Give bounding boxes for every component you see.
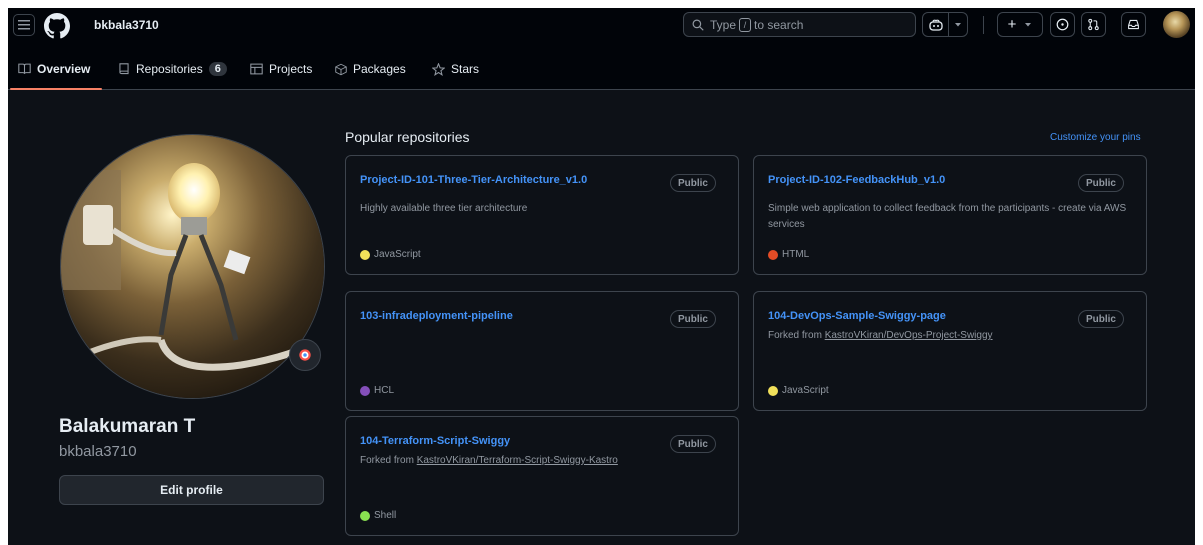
- repo-icon: [118, 62, 130, 76]
- search-shortcut-key: /: [739, 17, 752, 32]
- inbox-icon: [1128, 19, 1139, 30]
- book-icon: [18, 63, 31, 75]
- profile-full-name: Balakumaran T: [59, 416, 196, 437]
- repo-description: Highly available three tier architecture: [360, 203, 528, 214]
- repo-card: 103-infradeployment-pipeline Public HCL: [345, 291, 739, 411]
- main-content: Balakumaran T bkbala3710 Edit profile Po…: [8, 90, 1195, 545]
- search-icon: [692, 19, 704, 31]
- popular-repositories-title: Popular repositories: [345, 129, 470, 145]
- lightbulb-photo: [61, 135, 324, 398]
- repo-link[interactable]: Project-ID-102-FeedbackHub_v1.0: [768, 174, 945, 186]
- repo-language: HCL: [360, 385, 394, 396]
- repo-language: Shell: [360, 510, 396, 521]
- fork-source-link[interactable]: KastroVKiran/Terraform-Script-Swiggy-Kas…: [417, 455, 618, 466]
- language-label: HTML: [782, 249, 810, 260]
- tab-repositories-label: Repositories: [136, 62, 203, 76]
- chevron-down-icon: [1025, 22, 1032, 26]
- forked-from-label: Forked from: [360, 455, 414, 466]
- repo-link[interactable]: 104-DevOps-Sample-Swiggy-page: [768, 310, 946, 322]
- header-username[interactable]: bkbala3710: [94, 18, 159, 32]
- repo-card: Project-ID-101-Three-Tier-Architecture_v…: [345, 155, 739, 275]
- language-label: Shell: [374, 510, 397, 521]
- edit-profile-button[interactable]: Edit profile: [59, 475, 324, 505]
- language-color-dot: [360, 510, 370, 521]
- repositories-count-badge: 6: [208, 62, 227, 76]
- tab-stars[interactable]: Stars: [432, 48, 479, 90]
- language-color-dot: [768, 385, 778, 396]
- language-label: JavaScript: [374, 249, 421, 260]
- header-divider: [983, 16, 984, 34]
- star-icon: [432, 62, 445, 76]
- repo-description: Simple web application to collect feedba…: [768, 203, 1127, 230]
- repo-language: HTML: [768, 249, 809, 260]
- issue-opened-icon: [1056, 18, 1069, 31]
- visibility-badge: Public: [669, 174, 716, 192]
- repo-forked-from: Forked from KastroVKiran/Terraform-Scrip…: [360, 453, 730, 469]
- issues-button[interactable]: [1050, 12, 1075, 37]
- language-label: JavaScript: [782, 385, 829, 396]
- repo-card: 104-DevOps-Sample-Swiggy-page Public For…: [753, 291, 1147, 411]
- profile-avatar[interactable]: [60, 134, 325, 399]
- hamburger-icon: [18, 20, 30, 30]
- visibility-badge: Public: [669, 310, 716, 328]
- customize-pins-link[interactable]: Customize your pins: [1050, 132, 1141, 143]
- tab-projects[interactable]: Projects: [250, 48, 312, 90]
- visibility-badge: Public: [1077, 174, 1124, 192]
- tab-overview-label: Overview: [37, 62, 91, 76]
- profile-tabs: Overview Repositories 6 Projects Package…: [8, 48, 1195, 90]
- github-logo-icon[interactable]: [44, 13, 70, 39]
- github-profile-page: bkbala3710 Type / to search + Overview R…: [8, 8, 1195, 545]
- package-icon: [335, 63, 347, 76]
- repo-card: 104-Terraform-Script-Swiggy Public Forke…: [345, 416, 739, 536]
- tab-overview[interactable]: Overview: [18, 48, 90, 90]
- forked-from-label: Forked from: [768, 330, 822, 341]
- user-avatar[interactable]: [1163, 11, 1190, 38]
- repo-link[interactable]: 103-infradeployment-pipeline: [360, 310, 513, 322]
- language-color-dot: [360, 249, 370, 260]
- plus-icon: +: [1007, 16, 1017, 33]
- chevron-down-icon: [954, 22, 961, 26]
- language-label: HCL: [374, 385, 395, 396]
- language-color-dot: [360, 385, 370, 396]
- visibility-badge: Public: [1077, 310, 1124, 328]
- tab-packages[interactable]: Packages: [335, 48, 406, 90]
- search-suffix: to search: [754, 17, 804, 32]
- visibility-badge: Public: [669, 435, 716, 453]
- repo-link[interactable]: Project-ID-101-Three-Tier-Architecture_v…: [360, 174, 587, 186]
- profile-login: bkbala3710: [59, 443, 137, 460]
- split-divider: [947, 12, 949, 37]
- search-input[interactable]: Type / to search: [683, 12, 916, 37]
- top-bar: bkbala3710 Type / to search +: [8, 8, 1195, 48]
- language-color-dot: [768, 249, 778, 260]
- create-new-button[interactable]: +: [997, 12, 1043, 37]
- repo-forked-from: Forked from KastroVKiran/DevOps-Project-…: [768, 328, 1138, 344]
- tab-packages-label: Packages: [353, 62, 406, 76]
- fork-source-link[interactable]: KastroVKiran/DevOps-Project-Swiggy: [825, 330, 993, 341]
- repo-card: Project-ID-102-FeedbackHub_v1.0 Public S…: [753, 155, 1147, 275]
- search-prefix: Type: [710, 17, 737, 32]
- repo-language: JavaScript: [360, 249, 421, 260]
- repo-link[interactable]: 104-Terraform-Script-Swiggy: [360, 435, 510, 447]
- menu-button[interactable]: [13, 14, 35, 36]
- inbox-button[interactable]: [1121, 12, 1146, 37]
- table-icon: [250, 63, 263, 75]
- tab-stars-label: Stars: [451, 62, 480, 76]
- repo-language: JavaScript: [768, 385, 829, 396]
- git-pull-request-icon: [1088, 18, 1099, 31]
- copilot-icon: [928, 19, 943, 31]
- status-badge[interactable]: [289, 339, 321, 371]
- pull-requests-button[interactable]: [1081, 12, 1106, 37]
- tab-repositories[interactable]: Repositories 6: [118, 48, 227, 90]
- tab-projects-label: Projects: [269, 62, 313, 76]
- copilot-button[interactable]: [922, 12, 968, 37]
- target-icon: [299, 349, 311, 361]
